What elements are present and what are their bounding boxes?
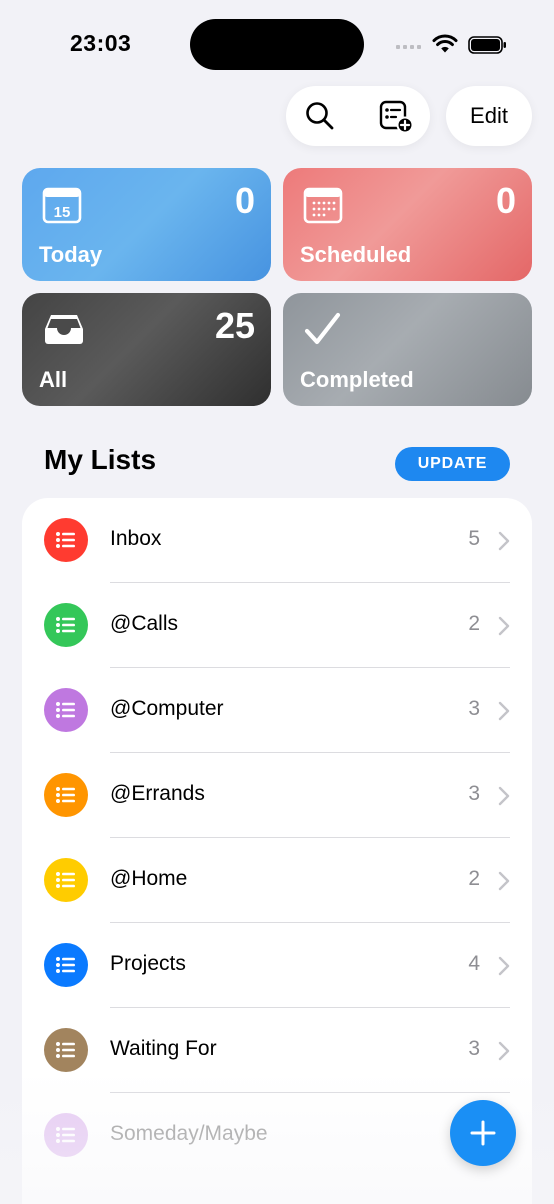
- list-count: 3: [468, 1037, 480, 1060]
- update-button[interactable]: UPDATE: [395, 447, 510, 481]
- list-color-dot: [44, 688, 88, 732]
- tile-scheduled[interactable]: 0 Scheduled: [283, 168, 532, 281]
- add-list-button[interactable]: [378, 98, 414, 134]
- add-reminder-button[interactable]: [450, 1100, 516, 1166]
- list-color-dot: [44, 518, 88, 562]
- list-count: 3: [468, 782, 480, 805]
- chevron-right-icon: [498, 701, 510, 721]
- today-label: Today: [39, 242, 103, 267]
- list-name: Inbox: [110, 527, 162, 550]
- list-bullet-icon: [56, 787, 75, 803]
- list-bullet-icon: [56, 1127, 75, 1143]
- edit-button[interactable]: Edit: [446, 86, 532, 146]
- list-bullet-icon: [56, 872, 75, 888]
- today-count: 0: [234, 180, 255, 221]
- list-color-dot: [44, 1028, 88, 1072]
- list-name: Projects: [110, 952, 186, 975]
- list-item[interactable]: @Errands 3: [22, 753, 532, 838]
- list-bullet-icon: [56, 532, 75, 548]
- list-bullet-icon: [56, 957, 75, 973]
- list-count: 3: [468, 697, 480, 720]
- list-item[interactable]: @Computer 3: [22, 668, 532, 753]
- cellular-signal-icon: [396, 45, 421, 49]
- my-lists-card: Inbox 5 @Calls 2 @Computer 3 @Errands 3: [22, 498, 532, 1204]
- list-item[interactable]: @Home 2: [22, 838, 532, 923]
- chevron-right-icon: [498, 616, 510, 636]
- list-color-dot: [44, 858, 88, 902]
- tile-today[interactable]: 15 0 Today: [22, 168, 271, 281]
- chevron-right-icon: [498, 956, 510, 976]
- list-color-dot: [44, 1113, 88, 1157]
- list-count: 2: [468, 612, 480, 635]
- list-item[interactable]: Waiting For 3: [22, 1008, 532, 1093]
- chevron-right-icon: [498, 786, 510, 806]
- list-count: 5: [468, 527, 480, 550]
- my-lists-title: My Lists: [44, 444, 157, 475]
- tile-all[interactable]: 25 All: [22, 293, 271, 406]
- plus-icon: [470, 1120, 496, 1146]
- calendar-15-icon: 15: [42, 187, 82, 224]
- list-name: @Errands: [110, 782, 205, 805]
- list-bullet-icon: [56, 617, 75, 633]
- completed-label: Completed: [300, 367, 414, 392]
- status-time: 23:03: [70, 30, 132, 56]
- status-bar: 23:03: [0, 0, 554, 90]
- list-bullet-icon: [56, 1042, 75, 1058]
- scheduled-label: Scheduled: [300, 242, 412, 267]
- list-count: 4: [468, 952, 480, 975]
- list-item[interactable]: @Calls 2: [22, 583, 532, 668]
- list-name: @Computer: [110, 697, 224, 720]
- list-item[interactable]: Inbox 5: [22, 498, 532, 583]
- all-label: All: [39, 367, 68, 392]
- list-bullet-icon: [56, 702, 75, 718]
- toolbar-pill: [286, 86, 430, 146]
- scheduled-count: 0: [495, 180, 516, 221]
- list-color-dot: [44, 773, 88, 817]
- calendar-day-number: 15: [54, 204, 71, 221]
- tile-completed[interactable]: Completed: [283, 293, 532, 406]
- list-count: 2: [468, 867, 480, 890]
- calendar-grid-icon: [303, 187, 343, 224]
- list-name: Someday/Maybe: [110, 1122, 268, 1145]
- chevron-right-icon: [498, 1041, 510, 1061]
- all-count: 25: [214, 305, 255, 346]
- list-color-dot: [44, 603, 88, 647]
- checkmark-icon: [304, 312, 341, 345]
- add-list-icon: [379, 100, 414, 134]
- list-name: @Calls: [110, 612, 178, 635]
- chevron-right-icon: [498, 531, 510, 551]
- chevron-right-icon: [498, 871, 510, 891]
- inbox-tray-icon: [45, 315, 83, 344]
- dynamic-island: [190, 19, 364, 70]
- list-name: @Home: [110, 867, 188, 890]
- list-name: Waiting For: [110, 1037, 217, 1060]
- list-color-dot: [44, 943, 88, 987]
- search-icon: [306, 102, 334, 130]
- wifi-icon: [432, 34, 458, 53]
- list-item[interactable]: Projects 4: [22, 923, 532, 1008]
- search-button[interactable]: [302, 98, 338, 134]
- battery-icon: [468, 36, 506, 54]
